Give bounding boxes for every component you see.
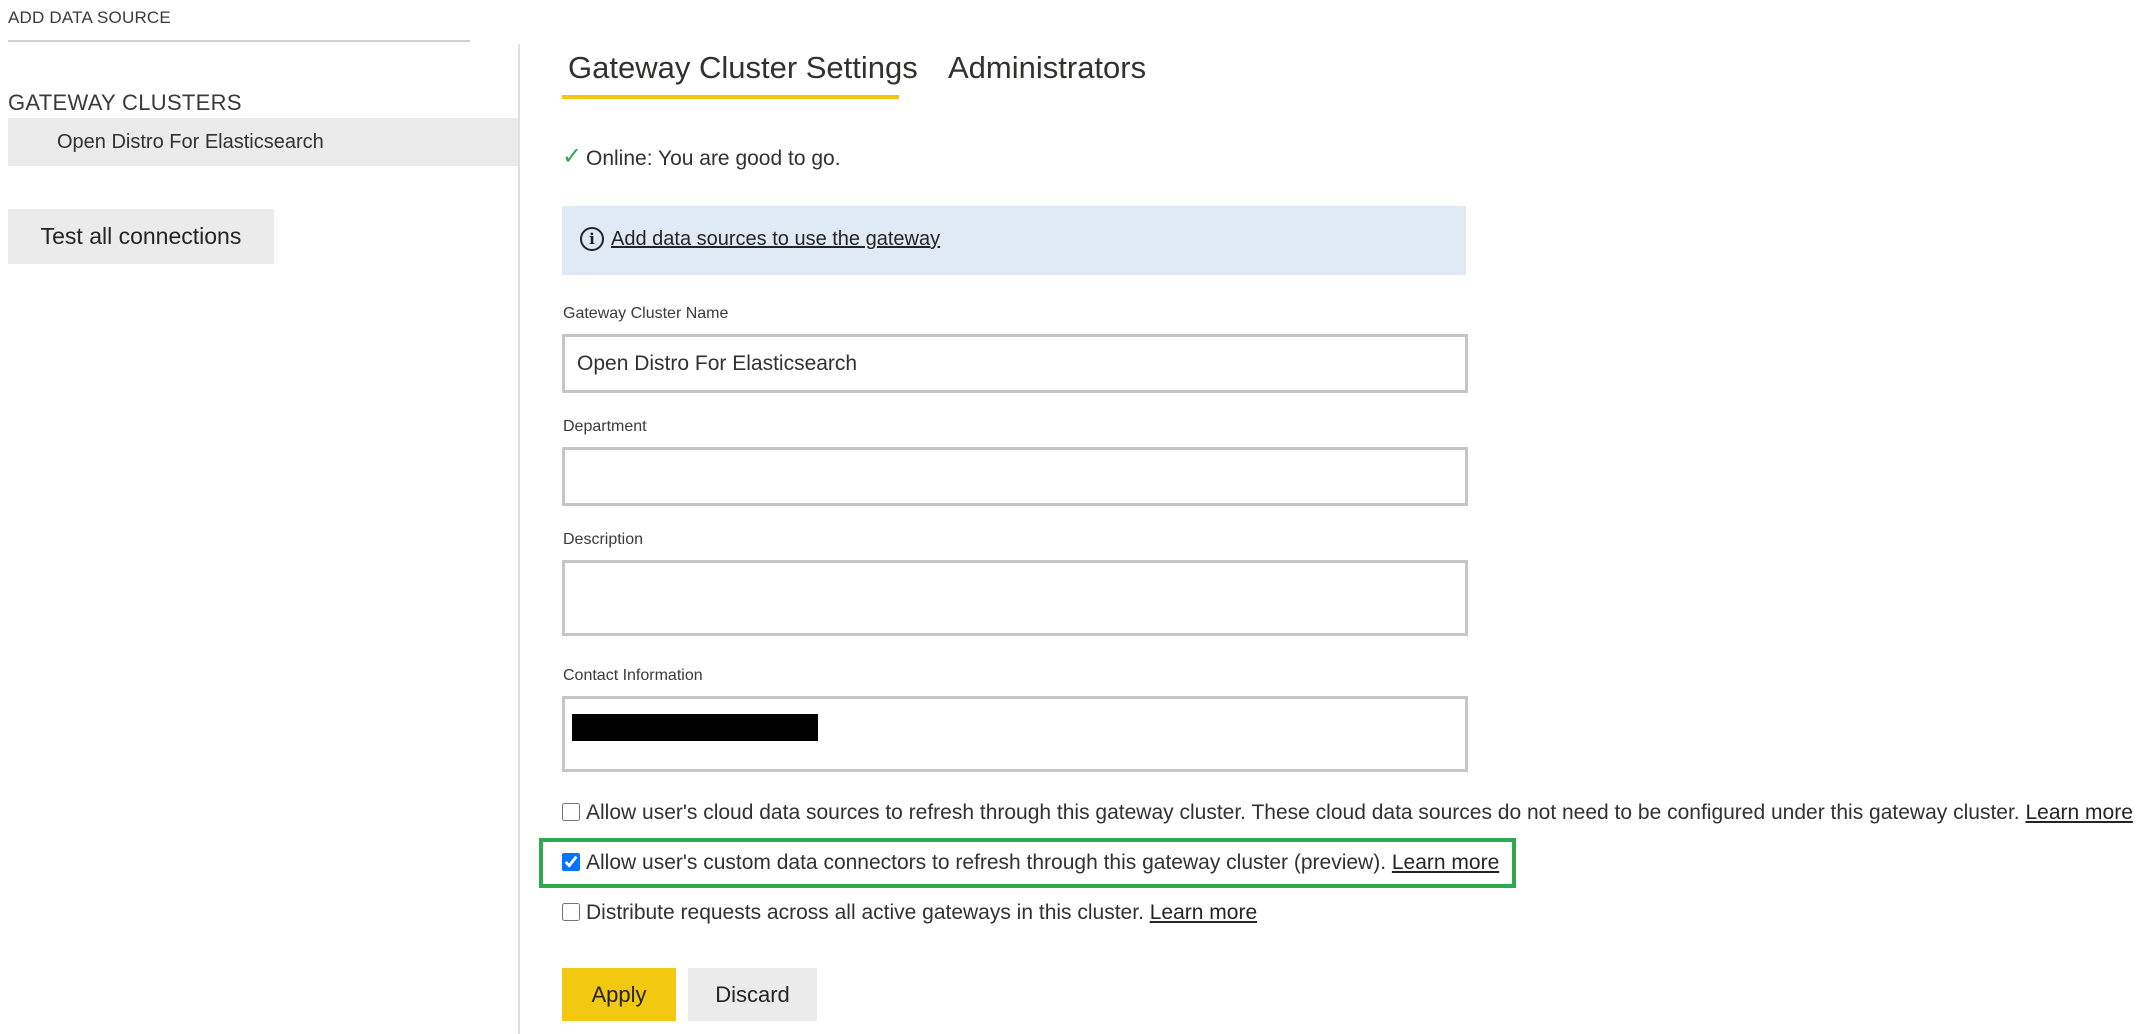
distribute-requests-checkbox[interactable] — [562, 903, 580, 921]
tab-administrators[interactable]: Administrators — [948, 50, 1146, 86]
custom-connectors-text: Allow user's custom data connectors to r… — [586, 851, 1387, 874]
cloud-learn-more-link[interactable]: Learn more — [2025, 801, 2132, 824]
cloud-data-sources-checkbox[interactable] — [562, 803, 580, 821]
add-data-sources-link[interactable]: Add data sources to use the gateway — [611, 228, 940, 251]
divider — [8, 40, 470, 42]
gateway-cluster-name-label: Gateway Cluster Name — [563, 305, 729, 322]
distribute-learn-more-link[interactable]: Learn more — [1150, 901, 1257, 924]
custom-learn-more-link[interactable]: Learn more — [1392, 851, 1499, 874]
check-icon: ✓ — [562, 143, 583, 170]
cloud-data-sources-text: Allow user's cloud data sources to refre… — [586, 801, 2020, 824]
info-icon: i — [580, 227, 604, 251]
custom-connectors-checkbox[interactable] — [562, 853, 580, 871]
gateway-cluster-item[interactable]: Open Distro For Elasticsearch — [8, 118, 518, 166]
department-input[interactable] — [562, 447, 1468, 506]
contact-information-label: Contact Information — [563, 667, 703, 684]
department-label: Department — [563, 418, 647, 435]
add-data-source-link[interactable]: ADD DATA SOURCE — [8, 8, 171, 28]
discard-button[interactable]: Discard — [688, 968, 817, 1021]
description-label: Description — [563, 531, 644, 548]
redacted-contact-value — [572, 714, 818, 741]
active-tab-indicator — [562, 95, 899, 99]
test-all-connections-button[interactable]: Test all connections — [8, 209, 274, 264]
distribute-requests-text: Distribute requests across all active ga… — [586, 901, 1144, 924]
apply-button[interactable]: Apply — [562, 968, 676, 1021]
custom-connectors-option: Allow user's custom data connectors to r… — [562, 851, 1499, 875]
tab-gateway-cluster-settings[interactable]: Gateway Cluster Settings — [568, 50, 918, 86]
gateway-cluster-item-label: Open Distro For Elasticsearch — [57, 131, 324, 153]
info-banner: i Add data sources to use the gateway — [562, 206, 1466, 275]
gateway-cluster-name-input[interactable] — [562, 334, 1468, 393]
gateway-clusters-heading: GATEWAY CLUSTERS — [8, 90, 242, 115]
status-text: Online: You are good to go. — [586, 147, 841, 170]
distribute-requests-option: Distribute requests across all active ga… — [562, 901, 1257, 925]
description-input[interactable] — [562, 560, 1468, 636]
pane-divider — [518, 44, 520, 1034]
cloud-data-sources-option: Allow user's cloud data sources to refre… — [562, 801, 2133, 825]
